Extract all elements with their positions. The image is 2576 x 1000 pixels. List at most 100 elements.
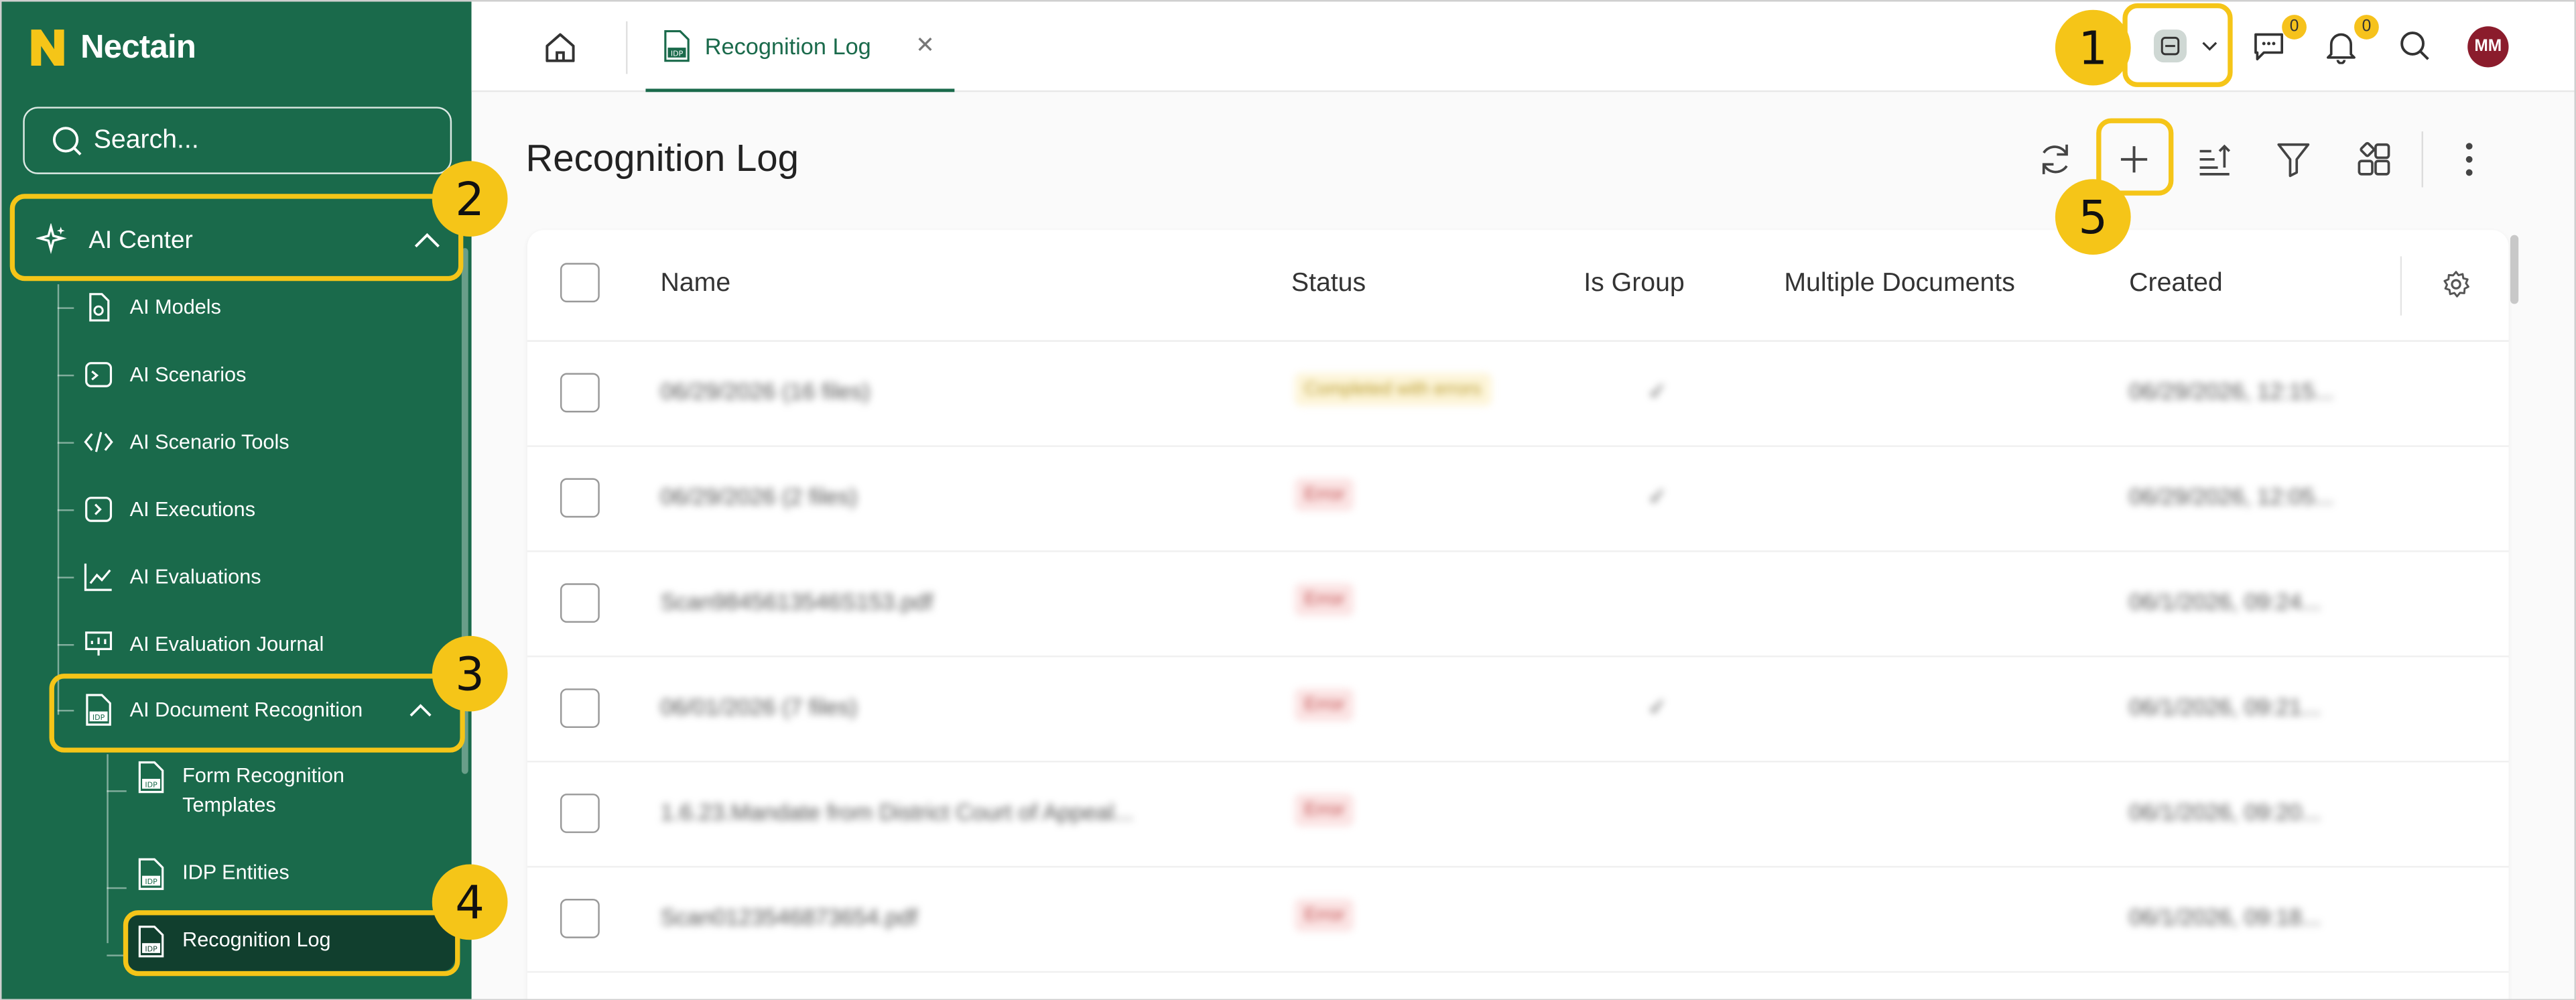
tab-recognition-log[interactable]: IDP Recognition Log ✕: [645, 1, 955, 92]
app-name: Nectain: [80, 28, 196, 65]
table-header: Name Status Is Group Multiple Documents …: [527, 230, 2509, 342]
sidebar-item-label: AI Scenario Tools: [129, 430, 289, 454]
row-checkbox[interactable]: [560, 688, 600, 729]
layout-grid-icon: [2358, 141, 2390, 176]
sidebar-item-ai-evaluations[interactable]: AI Evaluations: [57, 547, 452, 606]
callout-number-1: 1: [2055, 9, 2131, 86]
idp-document-icon: IDP: [664, 29, 690, 62]
table-row[interactable]: 06/29/2026 (2 files) Error ✓ 06/29/2026,…: [527, 447, 2509, 552]
more-options-button[interactable]: [2446, 136, 2492, 182]
sidebar-item-label: AI Evaluations: [129, 565, 261, 588]
top-bar: IDP Recognition Log ✕ 0 0 MM: [471, 1, 2575, 92]
callout-number-2: 2: [432, 161, 508, 237]
logo[interactable]: Nectain: [28, 25, 196, 71]
column-header-created[interactable]: Created: [2129, 269, 2223, 299]
table-row[interactable]: 06/01/2026 (7 files) Error ✓ 06/1/2026, …: [527, 658, 2509, 763]
sidebar-search[interactable]: [23, 107, 452, 174]
status-badge: Error: [1294, 794, 1355, 827]
callout-number-3: 3: [432, 635, 508, 712]
sidebar: Nectain AI Center AI Models: [1, 1, 472, 999]
cell-name: 06/29/2026 (16 files): [660, 377, 871, 405]
divider: [626, 21, 628, 74]
divider: [2421, 131, 2424, 188]
view-mode-button[interactable]: [2351, 136, 2397, 182]
search-icon: [52, 126, 82, 155]
refresh-icon: [2042, 144, 2068, 174]
sidebar-item-idp-entities[interactable]: IDP IDP Entities: [107, 858, 455, 891]
row-checkbox[interactable]: [560, 373, 600, 413]
sort-icon: [2199, 144, 2231, 176]
table-row[interactable]: 06/29/2026 (16 files) Completed with err…: [527, 342, 2509, 447]
sidebar-item-ai-scenario-tools[interactable]: AI Scenario Tools: [57, 412, 452, 471]
bell-icon: [2326, 33, 2356, 64]
filter-button[interactable]: [2270, 136, 2317, 182]
home-icon[interactable]: [541, 28, 580, 68]
global-search-button[interactable]: [2394, 25, 2437, 68]
sidebar-item-ai-evaluation-journal[interactable]: AI Evaluation Journal: [57, 615, 452, 674]
status-badge: Error: [1294, 478, 1355, 511]
cell-is-group: ✓: [1647, 693, 1667, 720]
filter-icon: [2277, 143, 2310, 178]
cell-created: 06/1/2026, 09:24...: [2129, 588, 2321, 615]
tab-label: Recognition Log: [704, 32, 871, 59]
avatar[interactable]: MM: [2467, 26, 2509, 68]
sidebar-item-ai-scenarios[interactable]: AI Scenarios: [57, 345, 452, 404]
row-checkbox[interactable]: [560, 794, 600, 833]
select-all-checkbox[interactable]: [560, 263, 600, 303]
sidebar-item-ai-models[interactable]: AI Models: [57, 277, 452, 336]
table-row[interactable]: Scan0123546873654.pdf Error 06/1/2026, 0…: [527, 867, 2509, 973]
chat-button[interactable]: 0: [2248, 15, 2307, 68]
terminal-icon: [85, 362, 113, 387]
chat-icon: [2254, 33, 2284, 61]
row-checkbox[interactable]: [560, 583, 600, 623]
svg-text:IDP: IDP: [145, 877, 157, 886]
presentation-chart-icon: [85, 631, 113, 656]
row-checkbox[interactable]: [560, 898, 600, 938]
sidebar-item-label: IDP Entities: [182, 861, 289, 884]
sidebar-item-ai-executions[interactable]: AI Executions: [57, 480, 452, 539]
search-icon: [2400, 32, 2429, 60]
row-checkbox[interactable]: [560, 478, 600, 518]
svg-text:IDP: IDP: [671, 48, 684, 57]
callout-highlight-4: [123, 910, 460, 977]
close-icon[interactable]: ✕: [915, 32, 935, 60]
chat-badge: 0: [2282, 15, 2307, 40]
column-header-is-group[interactable]: Is Group: [1584, 269, 1684, 299]
callout-highlight-1: [2122, 3, 2233, 87]
gear-icon[interactable]: [2441, 269, 2471, 299]
column-header-name[interactable]: Name: [661, 269, 731, 299]
sidebar-item-form-recognition-templates[interactable]: IDP Form Recognition Templates: [107, 761, 455, 820]
table-scrollbar[interactable]: [2510, 235, 2519, 304]
cell-is-group: ✓: [1647, 483, 1667, 509]
cell-is-group: ✓: [1647, 377, 1667, 405]
ai-model-icon: [89, 293, 110, 322]
cell-created: 06/29/2026, 12:05...: [2129, 483, 2334, 509]
execute-icon: [85, 497, 113, 522]
sort-button[interactable]: [2191, 136, 2238, 182]
notifications-button[interactable]: 0: [2320, 15, 2379, 68]
more-vertical-icon: [2465, 143, 2473, 176]
sidebar-item-label: AI Models: [129, 296, 221, 319]
cell-name: Scan9845613546S153.pdf: [660, 588, 933, 615]
cell-created: 06/1/2026, 09:21...: [2129, 693, 2321, 720]
line-chart-icon: [84, 563, 112, 591]
sidebar-item-label: AI Evaluation Journal: [129, 632, 324, 656]
cell-created: 06/1/2026, 09:18...: [2129, 903, 2321, 930]
column-header-status[interactable]: Status: [1291, 269, 1366, 299]
cell-name: Scan0123546873654.pdf: [660, 903, 918, 930]
column-header-multiple-documents[interactable]: Multiple Documents: [1784, 269, 2014, 299]
app-window: Nectain AI Center AI Models: [0, 0, 2576, 1000]
callout-number-5: 5: [2055, 179, 2131, 255]
idp-document-icon: IDP: [138, 761, 164, 794]
code-icon: [84, 432, 113, 452]
refresh-button[interactable]: [2033, 136, 2079, 182]
page-title: Recognition Log: [525, 136, 799, 180]
callout-highlight-3: [49, 674, 465, 753]
table-row[interactable]: Scan9845613546S153.pdf Error 06/1/2026, …: [527, 552, 2509, 658]
search-input[interactable]: [93, 125, 423, 155]
cell-name: 06/29/2026 (2 files): [660, 483, 858, 509]
table-row[interactable]: 1.6.23.Mandate from District Court of Ap…: [527, 763, 2509, 868]
cell-name: 06/01/2026 (7 files): [660, 693, 858, 720]
sidebar-item-label: AI Executions: [129, 497, 256, 521]
divider: [2400, 256, 2402, 316]
